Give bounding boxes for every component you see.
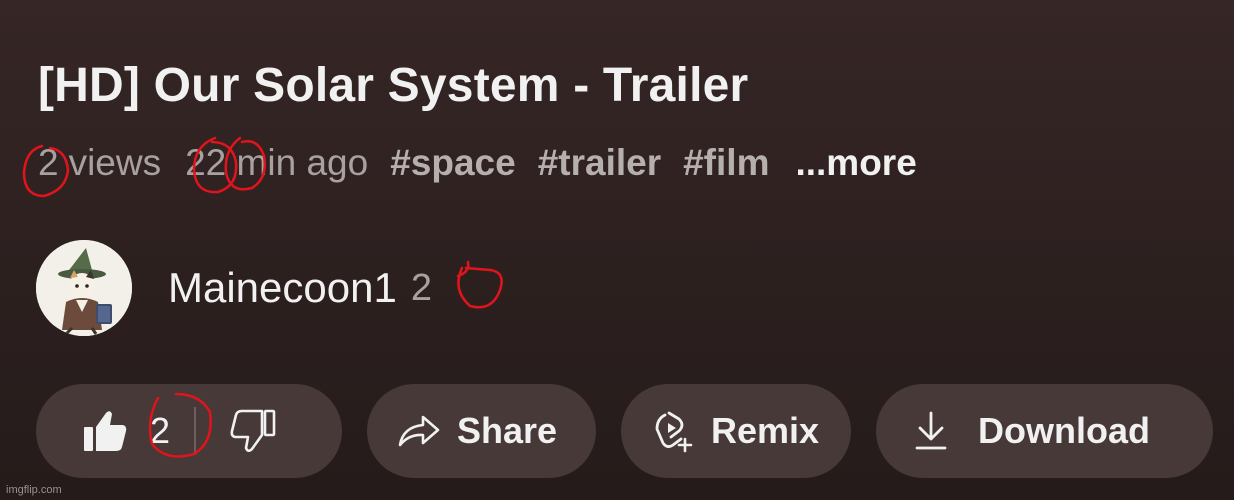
remix-button[interactable]: Remix [621, 384, 851, 478]
subscriber-count: 2 [410, 266, 432, 309]
channel-row: Mainecoon1 2 [36, 240, 432, 336]
download-icon [915, 411, 947, 450]
more-link[interactable]: ...more [795, 142, 916, 184]
share-arrow-icon [398, 415, 440, 447]
thumbs-down-icon [230, 409, 276, 453]
witch-cat-avatar-icon [36, 240, 132, 336]
share-button[interactable]: Share [367, 384, 596, 478]
hashtag-trailer[interactable]: #trailer [538, 142, 661, 184]
time-ago: 22 min ago [185, 142, 369, 183]
hashtag-space[interactable]: #space [390, 142, 516, 184]
hashtag-film[interactable]: #film [683, 142, 769, 184]
dislike-button[interactable] [230, 384, 276, 478]
download-label: Download [978, 410, 1150, 451]
remix-icon [655, 411, 693, 453]
video-meta[interactable]: 2 views 22 min ago #space #trailer #film… [38, 142, 917, 184]
remix-label: Remix [711, 410, 820, 451]
like-dislike-group: 2 [36, 384, 342, 478]
imgflip-watermark: imgflip.com [6, 484, 62, 496]
like-button[interactable]: 2 [36, 384, 170, 478]
video-title: [HD] Our Solar System - Trailer [38, 59, 749, 112]
share-label: Share [457, 410, 558, 451]
like-divider [194, 407, 197, 455]
channel-avatar[interactable] [36, 240, 132, 336]
action-bar: 2 Share Remix Download [0, 384, 1234, 480]
like-count: 2 [150, 410, 171, 451]
views-label: views [68, 142, 162, 183]
thumbs-up-icon [84, 411, 127, 451]
views-count: 2 [38, 142, 59, 183]
annotation-sub-circle [456, 260, 503, 309]
download-button[interactable]: Download [876, 384, 1213, 478]
channel-name[interactable]: Mainecoon1 [168, 264, 397, 312]
